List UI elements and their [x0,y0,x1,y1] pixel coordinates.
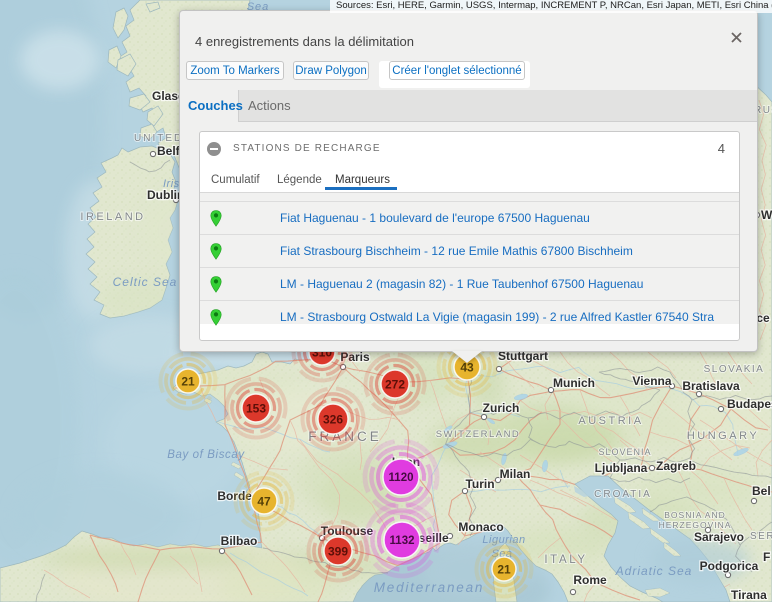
svg-text:AUSTRIA: AUSTRIA [578,415,643,427]
svg-text:Mediterranean: Mediterranean [374,580,484,595]
svg-text:SERBIA: SERBIA [750,531,772,542]
svg-text:272: 272 [385,377,405,391]
svg-text:Vienna: Vienna [632,374,671,388]
svg-text:1132: 1132 [390,535,415,547]
svg-text:Zagreb: Zagreb [656,459,696,473]
svg-text:153: 153 [246,401,266,415]
svg-text:Ljubljana: Ljubljana [595,461,648,475]
svg-text:W: W [761,208,772,222]
svg-text:UNITED: UNITED [134,133,183,144]
svg-text:SWITZERLAND: SWITZERLAND [436,429,521,440]
svg-text:Milan: Milan [500,467,531,481]
svg-text:21: 21 [497,562,511,576]
svg-text:Tirana: Tirana [731,588,767,602]
svg-text:Bilbao: Bilbao [221,534,258,548]
svg-text:Bay of Biscay: Bay of Biscay [167,449,245,461]
svg-text:SLOVENIA: SLOVENIA [598,447,651,457]
svg-text:Adriatic Sea: Adriatic Sea [615,564,693,578]
svg-text:BOSNIA AND: BOSNIA AND [664,510,726,520]
svg-text:SLOVAKIA: SLOVAKIA [704,364,765,375]
svg-text:1120: 1120 [389,472,414,484]
svg-text:IRELAND: IRELAND [80,211,145,223]
svg-text:47: 47 [257,494,271,508]
svg-text:ITALY: ITALY [544,554,587,566]
svg-text:Rome: Rome [573,573,607,587]
svg-text:HERZEGOVINA: HERZEGOVINA [659,520,732,530]
svg-text:Zurich: Zurich [483,401,520,415]
svg-text:326: 326 [323,412,343,426]
svg-text:399: 399 [328,544,348,558]
svg-text:HUNGARY: HUNGARY [687,430,759,442]
svg-text:Podgorica: Podgorica [700,559,759,573]
svg-text:Budapest: Budapest [727,397,772,411]
svg-text:21: 21 [181,374,195,388]
svg-text:F: F [763,550,770,564]
svg-text:Munich: Munich [553,376,595,390]
svg-text:CROATIA: CROATIA [594,489,652,500]
svg-text:Turin: Turin [465,477,494,491]
svg-text:Sarajevo: Sarajevo [694,530,744,544]
svg-text:Celtic Sea: Celtic Sea [113,275,178,289]
svg-text:Bratislava: Bratislava [682,379,740,393]
svg-text:Monaco: Monaco [458,520,503,534]
svg-text:Bel: Bel [752,484,771,498]
